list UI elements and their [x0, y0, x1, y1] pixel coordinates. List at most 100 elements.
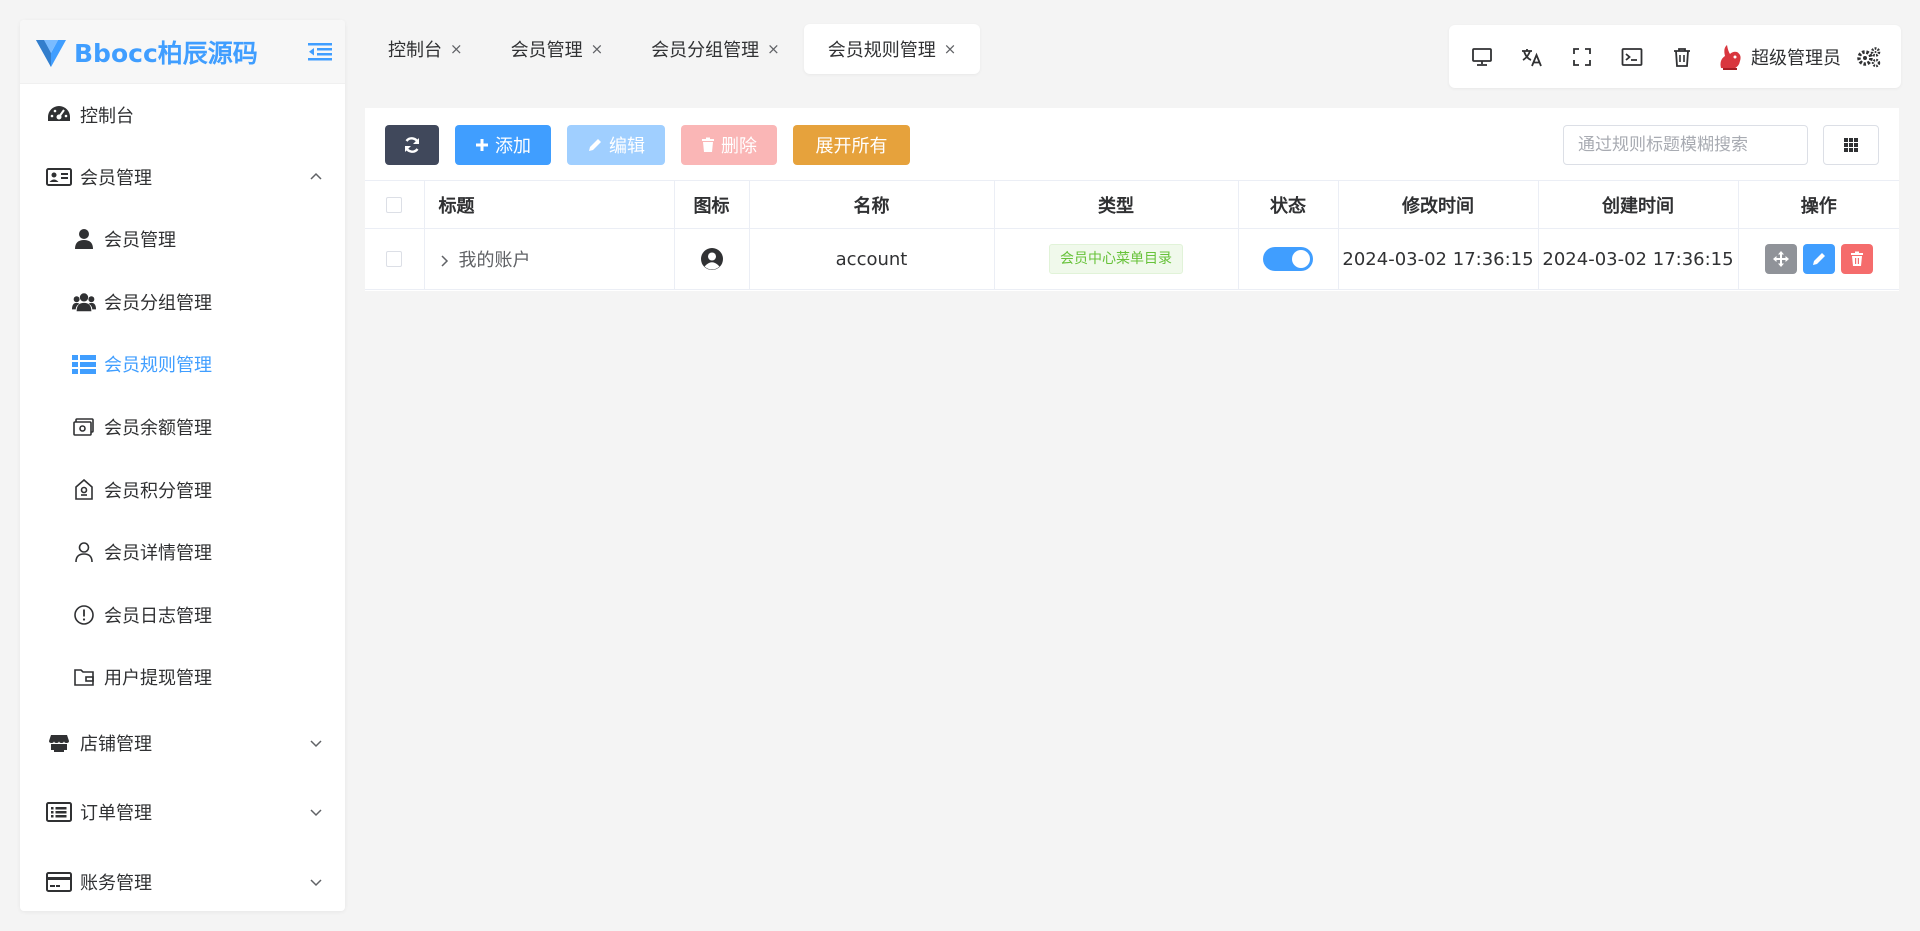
logo-bar: Bbocc柏辰源码 [20, 20, 345, 84]
header-name: 名称 [749, 180, 995, 229]
trash-icon[interactable] [1657, 32, 1707, 82]
row-updated: 2024-03-02 17:36:15 [1338, 228, 1539, 290]
sidebar: Bbocc柏辰源码 控制台 会员管理 会员管理 会员分组管理 会员规则管理 会员… [20, 20, 345, 911]
sidebar-item-member-group[interactable]: 会员分组管理 [20, 271, 345, 334]
move-icon [1772, 251, 1789, 267]
switch-knob [1292, 250, 1310, 268]
page-tabs: 控制台 × 会员管理 × 会员分组管理 × 会员规则管理 × [364, 24, 981, 74]
sidebar-item-finance-management[interactable]: 账务管理 [20, 847, 345, 911]
sidebar-item-withdrawal[interactable]: 用户提现管理 [20, 646, 345, 709]
search-input[interactable] [1576, 134, 1795, 156]
row-edit-button[interactable] [1802, 244, 1835, 274]
select-all-checkbox[interactable] [386, 196, 403, 213]
edit-label: 编辑 [609, 136, 645, 157]
main-panel: 添加 编辑 删除 展开所有 标题 图标 名称 类型 [365, 108, 1899, 291]
row-delete-button[interactable] [1840, 244, 1873, 274]
sidebar-item-member-logs[interactable]: 会员日志管理 [20, 584, 345, 647]
monitor-icon[interactable] [1457, 32, 1507, 82]
header-icon: 图标 [674, 180, 750, 229]
expand-all-label: 展开所有 [815, 136, 888, 157]
row-name: account [749, 228, 995, 290]
trash-icon [701, 137, 715, 153]
sidebar-item-label: 店铺管理 [80, 733, 152, 755]
dashboard-icon [46, 104, 72, 126]
move-button[interactable] [1764, 244, 1797, 274]
chevron-down-icon [310, 740, 322, 747]
row-actions [1739, 244, 1900, 274]
sidebar-item-label: 会员日志管理 [104, 605, 212, 627]
sidebar-item-label: 会员分组管理 [104, 292, 212, 314]
sidebar-item-member-balance[interactable]: 会员余额管理 [20, 396, 345, 459]
tab-label: 控制台 [388, 40, 442, 61]
tab-dashboard[interactable]: 控制台 × [364, 24, 487, 74]
sidebar-item-member-details[interactable]: 会员详情管理 [20, 521, 345, 584]
close-icon[interactable]: × [944, 40, 957, 58]
credit-card-icon [46, 871, 72, 893]
sidebar-item-label: 用户提现管理 [104, 668, 212, 690]
sidebar-item-store-management[interactable]: 店铺管理 [20, 709, 345, 777]
list-alt-icon [46, 801, 72, 823]
column-toggle-button[interactable] [1823, 125, 1879, 165]
user-icon [72, 228, 96, 250]
close-icon[interactable]: × [450, 40, 463, 58]
wallet-icon [72, 416, 96, 438]
sidebar-item-dashboard[interactable]: 控制台 [20, 84, 345, 146]
chevron-right-icon[interactable] [439, 254, 451, 268]
search-box [1563, 125, 1808, 165]
tab-member-management[interactable]: 会员管理 × [487, 24, 628, 74]
id-card-icon [46, 166, 72, 188]
sidebar-item-member-points[interactable]: 会员积分管理 [20, 458, 345, 521]
status-switch[interactable] [1263, 247, 1313, 271]
top-toolbar: 超级管理员 [1449, 25, 1901, 88]
sidebar-item-label: 会员规则管理 [104, 355, 212, 377]
brand-name: Bbocc柏辰源码 [74, 38, 258, 68]
add-label: 添加 [495, 136, 531, 157]
add-button[interactable]: 添加 [455, 125, 551, 165]
grid-icon [1844, 138, 1858, 152]
sidebar-item-label: 会员详情管理 [104, 543, 212, 565]
sidebar-item-label: 会员积分管理 [104, 480, 212, 502]
sidebar-item-member-management[interactable]: 会员管理 [20, 146, 345, 208]
sidebar-item-member-rules[interactable]: 会员规则管理 [20, 333, 345, 396]
close-icon[interactable]: × [767, 40, 780, 58]
header-type: 类型 [994, 180, 1239, 229]
tab-label: 会员规则管理 [827, 40, 936, 61]
gears-icon[interactable] [1849, 32, 1889, 82]
logo-icon [36, 39, 66, 67]
avatar [1720, 44, 1741, 70]
sidebar-item-order-management[interactable]: 订单管理 [20, 777, 345, 847]
menu-collapse-icon[interactable] [307, 41, 333, 63]
store-icon [46, 732, 72, 754]
edit-button[interactable]: 编辑 [567, 125, 665, 165]
delete-button[interactable]: 删除 [681, 125, 777, 165]
close-icon[interactable]: × [591, 40, 604, 58]
refresh-icon [404, 137, 420, 153]
sidebar-item-label: 订单管理 [80, 802, 152, 824]
header-status: 状态 [1238, 180, 1339, 229]
select-all-cell [365, 180, 425, 229]
plus-icon [475, 138, 489, 152]
terminal-icon[interactable] [1607, 32, 1657, 82]
refresh-button[interactable] [385, 125, 439, 165]
sidebar-item-label: 账务管理 [80, 872, 152, 894]
sidebar-item-label: 会员余额管理 [104, 418, 212, 440]
tab-member-rules[interactable]: 会员规则管理 × [803, 24, 981, 74]
sidebar-item-label: 会员管理 [80, 168, 152, 189]
pencil-icon [587, 137, 603, 153]
tab-member-group[interactable]: 会员分组管理 × [627, 24, 804, 74]
sidebar-item-label: 会员管理 [104, 230, 176, 252]
user-menu[interactable]: 超级管理员 [1707, 42, 1849, 72]
tab-label: 会员分组管理 [651, 40, 760, 61]
row-status-cell [1238, 228, 1339, 290]
row-icon-cell [674, 228, 750, 290]
row-checkbox[interactable] [386, 251, 403, 267]
users-icon [72, 291, 96, 313]
header-updated: 修改时间 [1338, 180, 1539, 229]
fullscreen-icon[interactable] [1557, 32, 1607, 82]
header-created: 创建时间 [1538, 180, 1739, 229]
translate-icon[interactable] [1507, 32, 1557, 82]
row-type-cell: 会员中心菜单目录 [994, 228, 1239, 290]
chevron-down-icon [310, 809, 322, 816]
sidebar-item-member[interactable]: 会员管理 [20, 208, 345, 271]
expand-all-button[interactable]: 展开所有 [793, 125, 910, 165]
